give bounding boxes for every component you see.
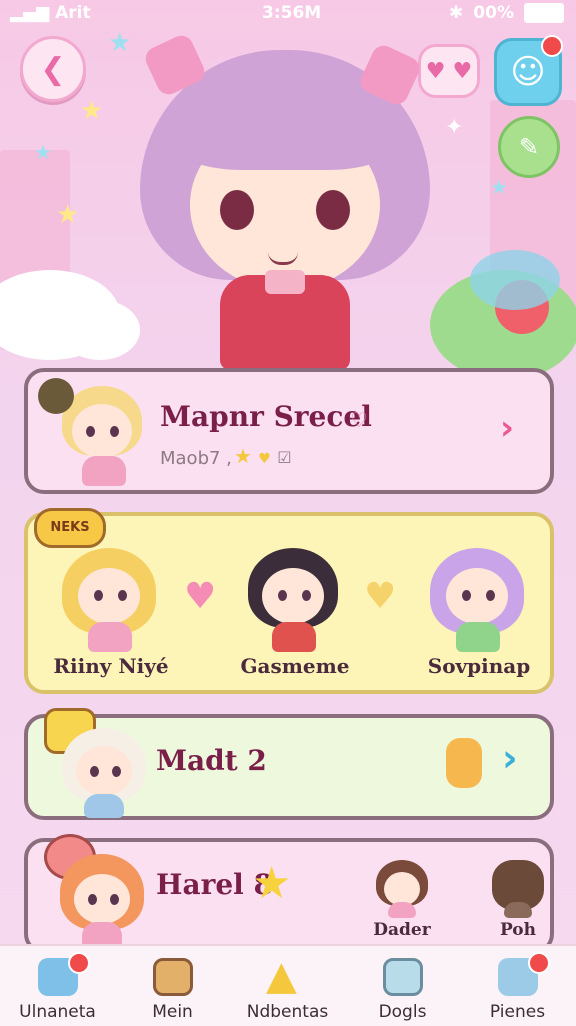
star-icon: ★ ♥ ☑ bbox=[234, 444, 292, 468]
list-item-title: Madt 2 bbox=[156, 744, 267, 777]
nav-label: Ndbentas bbox=[246, 1002, 329, 1022]
featured-card[interactable]: Mapnr Srecel ♡ Maob7 , ★ ♥ ☑ › bbox=[24, 368, 554, 494]
status-bar: ▂▄▆ Arit 3:56M ✱ 00% bbox=[0, 0, 576, 26]
nav-item-dogls[interactable]: Dogls bbox=[345, 946, 460, 1026]
nav-item-ndbentas[interactable]: ▲ Ndbentas bbox=[230, 946, 345, 1026]
team-member-avatar[interactable] bbox=[244, 546, 344, 656]
status-right: ✱ 00% bbox=[449, 3, 564, 23]
cloud-decoration bbox=[470, 250, 560, 310]
team-member-name: Riiny Niyé bbox=[53, 654, 169, 678]
friend-avatar[interactable] bbox=[490, 858, 546, 918]
notification-badge bbox=[528, 952, 550, 974]
chevron-right-icon[interactable]: › bbox=[500, 408, 514, 448]
signal-icon: ▂▄▆ bbox=[10, 3, 56, 23]
lantern-icon bbox=[446, 738, 482, 788]
nav-label: Ulnaneta bbox=[19, 1002, 96, 1022]
list-item[interactable]: Madt 2 › bbox=[24, 708, 554, 820]
battery-percent: 00% bbox=[473, 3, 514, 23]
battery-icon bbox=[524, 3, 564, 23]
team-card[interactable]: NEKS ♥ ♥ Riiny Niyé Gasmeme Sovpinap bbox=[24, 508, 554, 694]
friends-button[interactable]: ☺ bbox=[494, 35, 563, 106]
notification-badge bbox=[541, 35, 563, 57]
monitor-icon bbox=[383, 958, 423, 996]
friend-avatar[interactable] bbox=[374, 858, 430, 918]
nav-label: Dogls bbox=[378, 1002, 427, 1022]
star-decoration: ★ bbox=[80, 96, 104, 126]
clock: 3:56M bbox=[262, 3, 322, 23]
star-icon: ★ bbox=[252, 858, 292, 909]
team-member-name: Gasmeme bbox=[240, 654, 350, 678]
bottom-nav: Ulnaneta Mein ▲ Ndbentas Dogls Pienes bbox=[0, 944, 576, 1026]
list-avatar bbox=[58, 850, 148, 950]
featured-title: Mapnr Srecel bbox=[160, 400, 372, 433]
friend-name: Dader bbox=[373, 920, 431, 940]
friend-name: Poh bbox=[499, 920, 537, 940]
picture-frame-icon bbox=[153, 958, 193, 996]
team-member-avatar[interactable] bbox=[60, 546, 160, 656]
carrier-label: ▂▄▆ Arit bbox=[10, 3, 91, 23]
nav-item-pienes[interactable]: Pienes bbox=[460, 946, 575, 1026]
gift-button[interactable]: ✎ bbox=[498, 116, 560, 178]
featured-subtitle: Maob7 , bbox=[160, 448, 232, 469]
team-member-avatar[interactable] bbox=[428, 546, 528, 656]
team-badge: NEKS bbox=[34, 508, 106, 548]
heart-icon: ♡ bbox=[350, 408, 368, 432]
star-decoration: ★ bbox=[34, 140, 52, 164]
heart-icon: ♥ bbox=[364, 576, 397, 617]
eye bbox=[316, 190, 350, 230]
heart-icon: ♥ bbox=[184, 576, 217, 617]
nav-label: Pienes bbox=[489, 1002, 546, 1022]
smiley-icon: ☺ bbox=[510, 52, 546, 92]
pet-icon bbox=[38, 378, 74, 414]
notification-badge bbox=[68, 952, 90, 974]
list-avatar bbox=[60, 724, 150, 820]
popsicle-icon: ✎ bbox=[518, 133, 540, 161]
triangle-icon: ▲ bbox=[266, 953, 297, 999]
chevron-right-icon[interactable]: › bbox=[502, 736, 518, 780]
eye bbox=[220, 190, 254, 230]
nav-label: Mein bbox=[152, 1002, 193, 1022]
team-member-name: Sovpinap bbox=[427, 654, 531, 678]
back-button[interactable]: ❮ bbox=[20, 36, 86, 102]
star-decoration: ★ bbox=[56, 200, 80, 230]
list-item[interactable]: Harel 8 ★ Dader Poh bbox=[24, 834, 554, 954]
back-arrow-icon: ❮ bbox=[40, 51, 66, 87]
bluetooth-icon: ✱ bbox=[449, 3, 464, 23]
nav-item-ulnaneta[interactable]: Ulnaneta bbox=[0, 946, 115, 1026]
nav-item-mein[interactable]: Mein bbox=[115, 946, 230, 1026]
mascot-character bbox=[120, 30, 450, 370]
star-decoration: ★ bbox=[490, 175, 508, 199]
